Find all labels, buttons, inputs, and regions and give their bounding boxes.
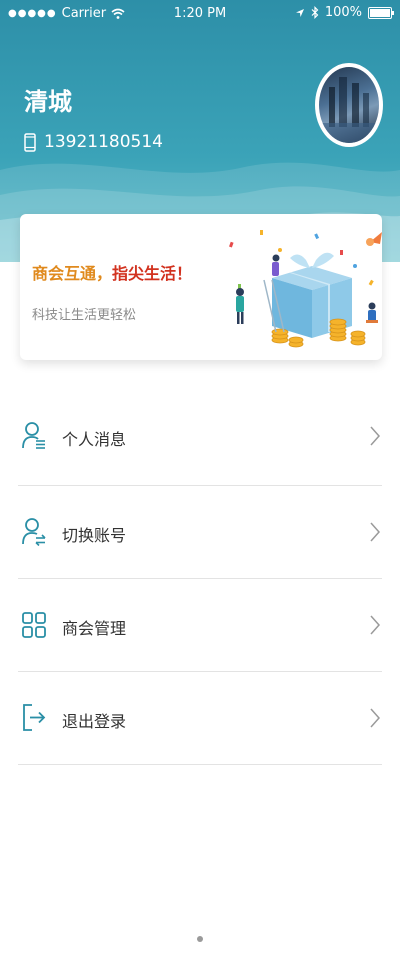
avatar-image [319, 67, 379, 143]
gift-box-illustration [229, 230, 382, 348]
menu-label: 个人消息 [62, 430, 127, 449]
user-name: 清城 [24, 88, 72, 116]
bluetooth-icon [311, 6, 319, 19]
avatar[interactable] [315, 63, 383, 147]
menu-item-logout[interactable]: 退出登录 [18, 672, 382, 765]
banner-title-part2: 指尖生活！ [112, 264, 193, 283]
status-bar: ●●●●● Carrier 1:20 PM 100% [0, 0, 400, 30]
chevron-right-icon [370, 615, 380, 635]
menu-label: 切换账号 [62, 526, 127, 545]
mobile-phone-icon [24, 132, 36, 152]
person-message-icon [22, 422, 45, 449]
battery-percent: 100% [324, 5, 362, 20]
switch-account-icon [22, 518, 46, 546]
menu-label: 商会管理 [62, 619, 127, 638]
battery-icon [368, 6, 394, 19]
chevron-right-icon [370, 522, 380, 542]
location-arrow-icon [295, 8, 304, 17]
phone-row: 13921180514 [24, 132, 163, 152]
phone-number: 13921180514 [44, 132, 163, 152]
chevron-right-icon [370, 426, 380, 446]
settings-menu: 个人消息 切换账号 商会管理 退出登录 [18, 393, 382, 765]
menu-item-chamber-management[interactable]: 商会管理 [18, 579, 382, 672]
chevron-right-icon [370, 708, 380, 728]
logout-icon [23, 704, 46, 731]
menu-item-personal-messages[interactable]: 个人消息 [18, 393, 382, 486]
banner-subtitle: 科技让生活更轻松 [32, 308, 137, 323]
banner-title: 商会互通，指尖生活！ [32, 260, 192, 284]
banner-title-part1: 商会互通， [32, 264, 113, 283]
grid-apps-icon [22, 612, 46, 638]
page-indicator-dot [197, 936, 203, 942]
menu-label: 退出登录 [62, 712, 127, 731]
promo-banner[interactable]: 商会互通，指尖生活！ 科技让生活更轻松 [20, 214, 382, 360]
menu-item-switch-account[interactable]: 切换账号 [18, 486, 382, 579]
